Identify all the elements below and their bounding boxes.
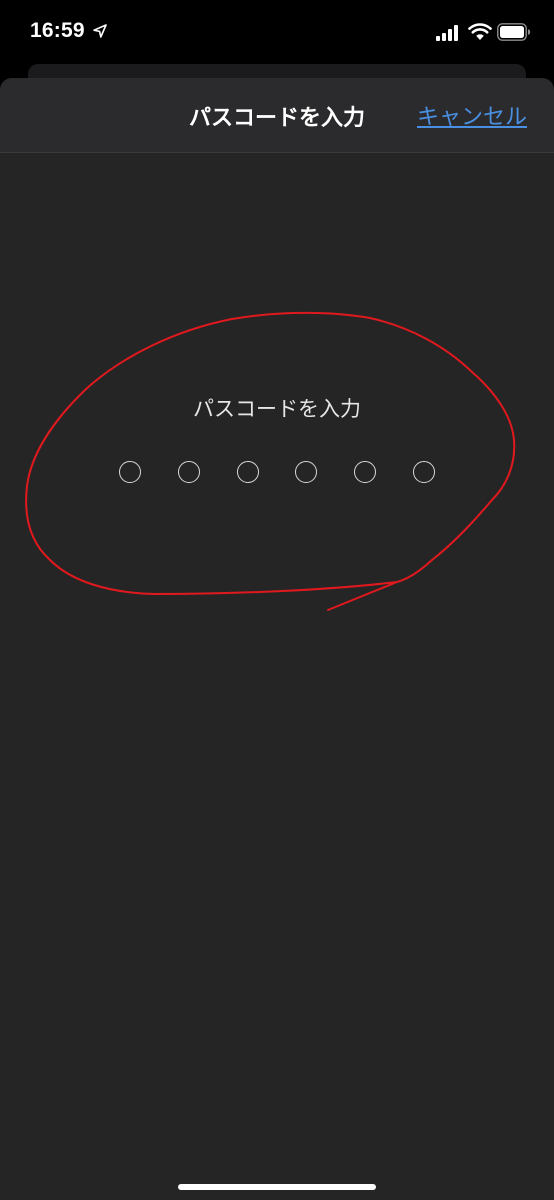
passcode-dot xyxy=(177,461,200,483)
battery-icon xyxy=(497,23,531,41)
passcode-sheet: パスコードを入力 キャンセル パスコードを入力 xyxy=(0,78,554,1200)
passcode-prompt: パスコードを入力 xyxy=(193,397,361,421)
passcode-dot xyxy=(354,461,377,483)
passcode-dot xyxy=(236,461,259,483)
navigation-bar: パスコードを入力 キャンセル xyxy=(0,78,554,153)
passcode-dots[interactable] xyxy=(119,461,435,487)
wifi-icon xyxy=(468,23,492,40)
status-bar: 16:59 xyxy=(0,0,554,66)
home-indicator[interactable] xyxy=(178,1184,376,1190)
cancel-button[interactable]: キャンセル xyxy=(417,99,527,131)
cellular-signal-icon xyxy=(436,25,458,41)
passcode-screen: 16:59 パスコードを入力 キャンセル パスコードを入力 xyxy=(0,0,554,1200)
passcode-dot xyxy=(119,461,141,483)
passcode-dot xyxy=(412,461,435,483)
status-time: 16:59 xyxy=(30,19,85,42)
location-arrow-icon xyxy=(93,24,107,38)
passcode-dot xyxy=(295,461,318,483)
